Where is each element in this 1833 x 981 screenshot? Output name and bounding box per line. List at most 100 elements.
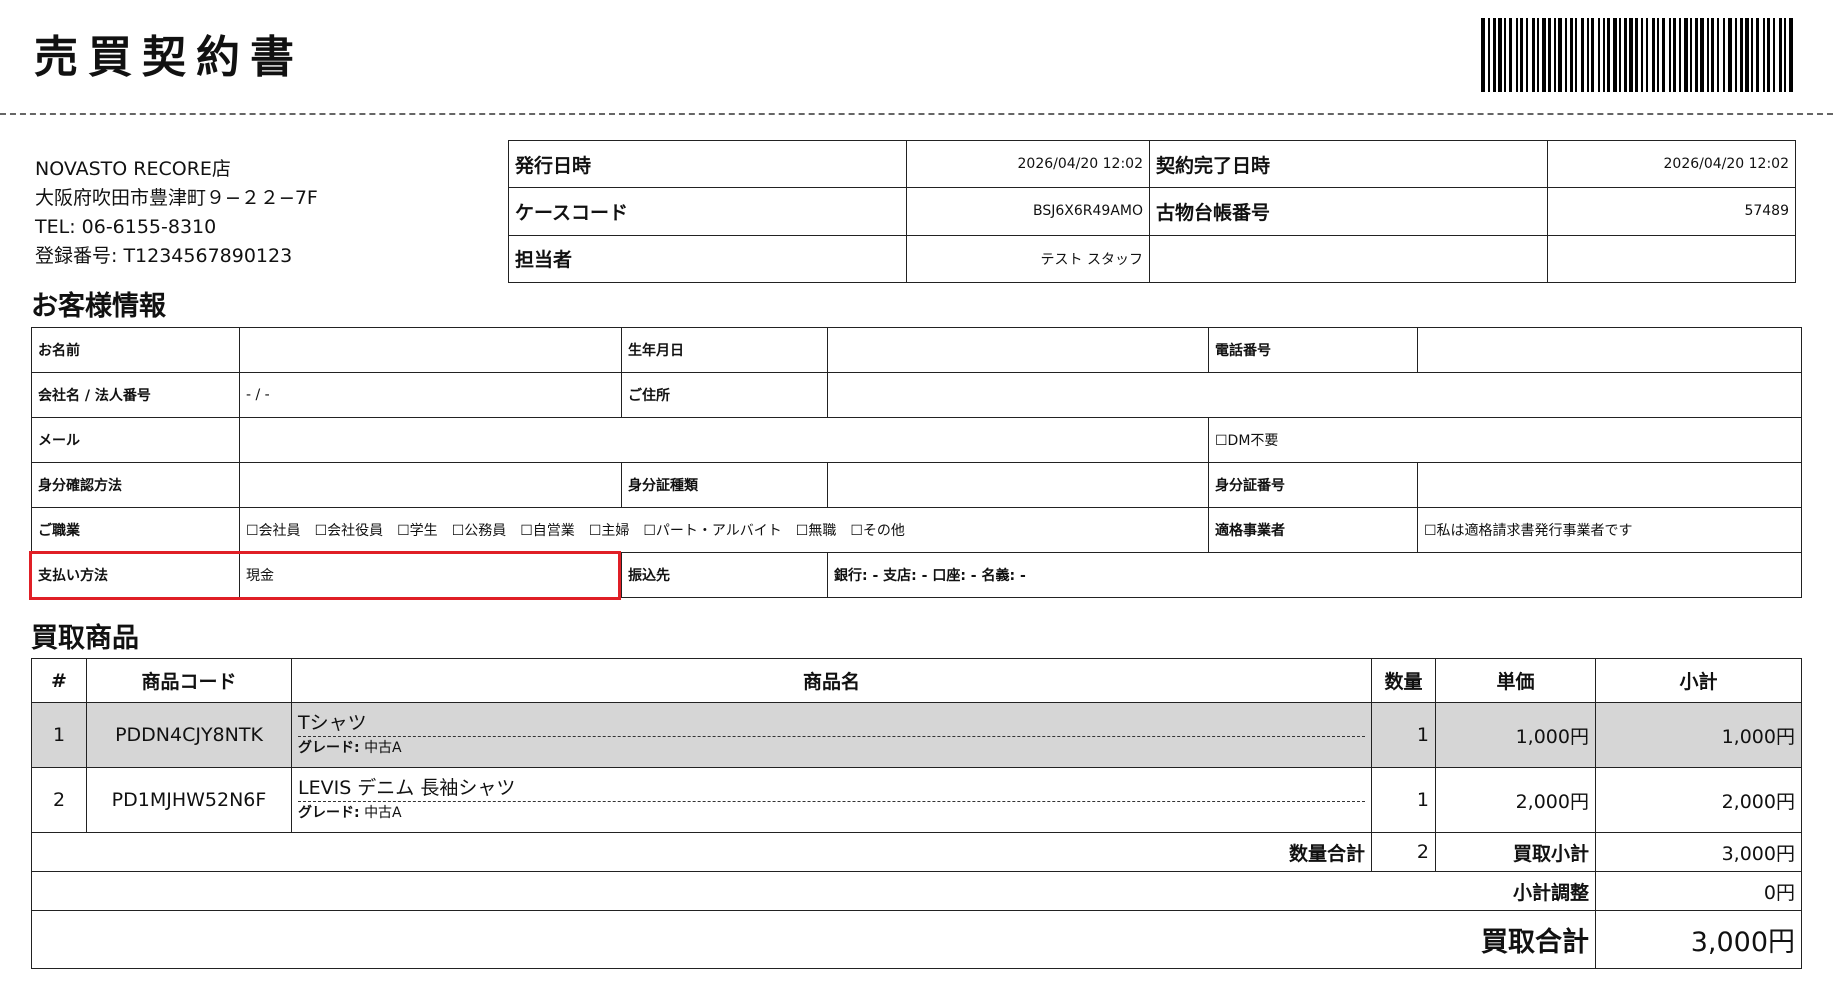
product-name: Tシャツ xyxy=(298,711,1365,737)
transfer-label: 振込先 xyxy=(621,552,828,598)
job-options: ☐会社員 ☐会社役員 ☐学生 ☐公務員 ☐自営業 ☐主婦 ☐パート・アルバイト ☐無職 ☐その他 xyxy=(239,507,1209,553)
shop-tel: TEL: 06-6155-8310 xyxy=(35,216,217,238)
meta-row: ケースコード BSJ6X6R49AMO 古物台帳番号 57489 xyxy=(508,187,1796,236)
company-value: - / - xyxy=(239,372,622,418)
items-header-row: # 商品コード 商品名 数量 単価 小計 xyxy=(31,658,1802,703)
header-code: 商品コード xyxy=(86,658,292,703)
case-code-label: ケースコード xyxy=(508,187,907,236)
job-option-checkbox[interactable]: ☐会社員 xyxy=(246,523,301,539)
customer-row: 支払い方法 現金 振込先 銀行: - 支店: - 口座: - 名義: - xyxy=(31,552,1802,598)
phone-label: 電話番号 xyxy=(1208,327,1418,373)
meta-table: 発行日時 2026/04/20 12:02 契約完了日時 2026/04/20 … xyxy=(508,139,1796,284)
address-label: ご住所 xyxy=(621,372,828,418)
buy-subtotal-label: 買取小計 xyxy=(1435,832,1596,872)
shop-info: NOVASTO RECORE店 大阪府吹田市豊津町９−２２−7F TEL: 06… xyxy=(35,155,318,271)
contract-page: 売買契約書 NOVASTO RECORE店 大阪府吹田市豊津町９−２２−7F T… xyxy=(0,0,1833,981)
row-name: Tシャツ グレード: 中古A xyxy=(291,702,1372,768)
dm-optout-checkbox[interactable]: ☐DM不要 xyxy=(1208,417,1802,463)
name-value xyxy=(239,327,622,373)
product-grade: グレード: 中古A xyxy=(298,802,1365,824)
grade-value: 中古A xyxy=(364,740,402,756)
barcode xyxy=(1481,18,1795,92)
customer-row: 会社名 / 法人番号 - / - ご住所 xyxy=(31,372,1802,418)
header-num: # xyxy=(31,658,87,703)
id-number-label: 身分証番号 xyxy=(1208,462,1418,508)
total-value: 3,000円 xyxy=(1595,910,1802,969)
birth-label: 生年月日 xyxy=(621,327,828,373)
row-qty: 1 xyxy=(1371,767,1436,833)
id-method-value xyxy=(239,462,622,508)
header-name: 商品名 xyxy=(291,658,1372,703)
ledger-number-label: 古物台帳番号 xyxy=(1149,187,1548,236)
shop-address: 大阪府吹田市豊津町９−２２−7F xyxy=(35,187,318,209)
company-label: 会社名 / 法人番号 xyxy=(31,372,240,418)
job-option-checkbox[interactable]: ☐自営業 xyxy=(520,523,575,539)
qty-total-value: 2 xyxy=(1371,832,1436,872)
qualified-checkbox[interactable]: ☐私は適格請求書発行事業者です xyxy=(1417,507,1802,553)
address-value xyxy=(827,372,1802,418)
row-code: PDDN4CJY8NTK xyxy=(86,702,292,768)
buy-subtotal-value: 3,000円 xyxy=(1595,832,1802,872)
shop-name: NOVASTO RECORE店 xyxy=(35,158,231,180)
id-method-label: 身分確認方法 xyxy=(31,462,240,508)
email-label: メール xyxy=(31,417,240,463)
table-row: 1 PDDN4CJY8NTK Tシャツ グレード: 中古A 1 1,000円 1… xyxy=(31,702,1802,768)
table-row: 2 PD1MJHW52N6F LEVIS デニム 長袖シャツ グレード: 中古A… xyxy=(31,767,1802,833)
customer-table: お名前 生年月日 電話番号 会社名 / 法人番号 - / - ご住所 メール ☐… xyxy=(31,327,1802,598)
case-code-value: BSJ6X6R49AMO xyxy=(906,187,1150,236)
job-option-checkbox[interactable]: ☐会社役員 xyxy=(315,523,384,539)
job-option-checkbox[interactable]: ☐公務員 xyxy=(452,523,507,539)
row-subtotal: 1,000円 xyxy=(1595,702,1802,768)
header-qty: 数量 xyxy=(1371,658,1436,703)
job-option-checkbox[interactable]: ☐パート・アルバイト xyxy=(643,523,781,539)
items-section-title: 買取商品 xyxy=(31,623,139,654)
header-price: 単価 xyxy=(1435,658,1596,703)
grade-value: 中古A xyxy=(364,805,402,821)
row-price: 1,000円 xyxy=(1435,702,1596,768)
page-title: 売買契約書 xyxy=(34,32,304,83)
job-option-checkbox[interactable]: ☐主婦 xyxy=(589,523,630,539)
job-option-checkbox[interactable]: ☐学生 xyxy=(397,523,438,539)
staff-value: テスト スタッフ xyxy=(906,234,1150,284)
complete-date-value: 2026/04/20 12:02 xyxy=(1547,139,1796,189)
payment-method-value: 現金 xyxy=(239,552,622,598)
customer-section-title: お客様情報 xyxy=(31,291,166,322)
complete-date-label: 契約完了日時 xyxy=(1149,139,1548,189)
dashed-separator xyxy=(0,113,1833,115)
barcode-bar xyxy=(1793,18,1795,92)
row-price: 2,000円 xyxy=(1435,767,1596,833)
row-num: 1 xyxy=(31,702,87,768)
customer-row: メール ☐DM不要 xyxy=(31,417,1802,463)
id-type-value xyxy=(827,462,1209,508)
meta-row: 担当者 テスト スタッフ xyxy=(508,234,1796,284)
customer-row: お名前 生年月日 電話番号 xyxy=(31,327,1802,373)
birth-value xyxy=(827,327,1209,373)
adjust-row: 小計調整 0円 xyxy=(31,871,1802,911)
row-name: LEVIS デニム 長袖シャツ グレード: 中古A xyxy=(291,767,1372,833)
grade-label: グレード: xyxy=(298,805,360,821)
qty-total-label: 数量合計 xyxy=(31,832,1372,872)
ledger-number-value: 57489 xyxy=(1547,187,1796,236)
meta-row: 発行日時 2026/04/20 12:02 契約完了日時 2026/04/20 … xyxy=(508,139,1796,189)
empty-cell xyxy=(1547,234,1796,284)
shop-registration: 登録番号: T1234567890123 xyxy=(35,245,293,267)
customer-row: 身分確認方法 身分証種類 身分証番号 xyxy=(31,462,1802,508)
job-option-checkbox[interactable]: ☐その他 xyxy=(850,523,905,539)
email-value xyxy=(239,417,1209,463)
id-type-label: 身分証種類 xyxy=(621,462,828,508)
id-number-value xyxy=(1417,462,1802,508)
issue-date-value: 2026/04/20 12:02 xyxy=(906,139,1150,189)
product-grade: グレード: 中古A xyxy=(298,737,1365,759)
total-label: 買取合計 xyxy=(31,910,1596,969)
row-subtotal: 2,000円 xyxy=(1595,767,1802,833)
payment-method-label: 支払い方法 xyxy=(31,552,240,598)
job-label: ご職業 xyxy=(31,507,240,553)
adjust-label: 小計調整 xyxy=(31,871,1596,911)
row-code: PD1MJHW52N6F xyxy=(86,767,292,833)
customer-row: ご職業 ☐会社員 ☐会社役員 ☐学生 ☐公務員 ☐自営業 ☐主婦 ☐パート・アルバイト ☐無職… xyxy=(31,507,1802,553)
header-subtotal: 小計 xyxy=(1595,658,1802,703)
qty-total-row: 数量合計 2 買取小計 3,000円 xyxy=(31,832,1802,872)
total-row: 買取合計 3,000円 xyxy=(31,910,1802,969)
job-option-checkbox[interactable]: ☐無職 xyxy=(796,523,837,539)
qualified-label: 適格事業者 xyxy=(1208,507,1418,553)
